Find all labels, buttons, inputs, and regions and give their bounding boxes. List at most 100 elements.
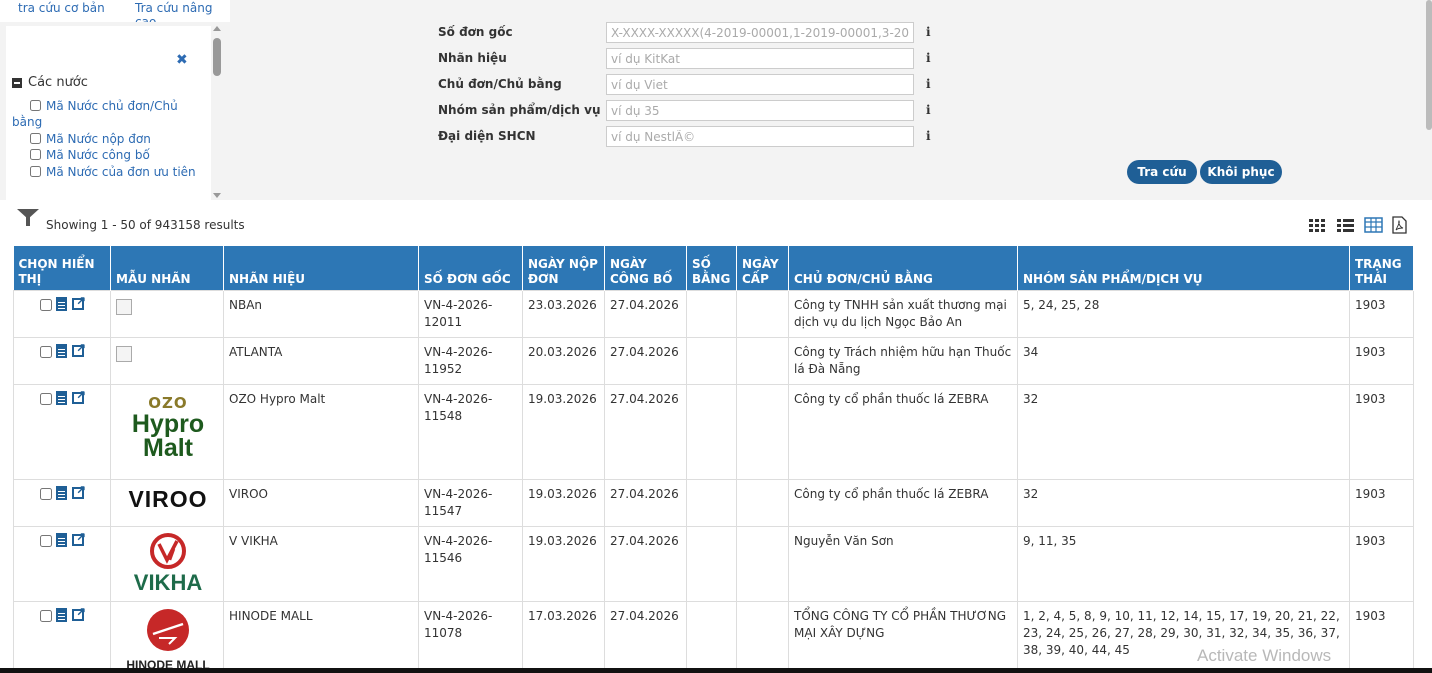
field-label: Đại diện SHCN <box>438 129 536 143</box>
filter-checkbox-priority-country[interactable] <box>30 166 41 177</box>
filter-scrollbar[interactable] <box>212 26 222 200</box>
row-select-checkbox[interactable] <box>40 487 52 500</box>
filter-section-title: Các nước <box>28 75 88 90</box>
pub-date-cell: 27.04.2026 <box>604 525 687 602</box>
broken-image-icon <box>116 345 132 362</box>
classes-cell: 34 <box>1017 336 1350 385</box>
filter-option-label: Mã Nước nộp đơn <box>46 132 151 146</box>
page-scrollbar[interactable] <box>1426 0 1432 130</box>
mark-cell: NBAn <box>223 289 419 338</box>
filter-checkbox-owner-country[interactable] <box>30 100 41 111</box>
reset-button[interactable]: Khôi phục <box>1200 160 1282 184</box>
row-actions <box>13 600 111 673</box>
document-icon[interactable] <box>56 296 67 311</box>
document-icon[interactable] <box>56 343 67 358</box>
col-logo[interactable]: MẪU NHÃN <box>110 246 224 290</box>
col-status[interactable]: TRẠNG THÁI <box>1349 246 1414 290</box>
col-grant-date[interactable]: NGÀY CẤP <box>736 246 789 290</box>
table-view-icon[interactable] <box>1364 216 1383 234</box>
pdf-icon[interactable] <box>1390 216 1409 234</box>
field-label: Chủ đơn/Chủ bằng <box>438 77 562 91</box>
row-select-checkbox[interactable] <box>40 534 52 547</box>
document-icon[interactable] <box>56 607 67 622</box>
broken-image-icon <box>116 298 132 315</box>
document-icon[interactable] <box>56 532 67 547</box>
row-select-checkbox[interactable] <box>40 609 52 622</box>
scroll-down-arrow-icon[interactable] <box>213 193 221 198</box>
document-icon[interactable] <box>56 485 67 500</box>
app-no-cell: VN-4-2026-11078 <box>418 600 523 673</box>
external-link-icon[interactable] <box>72 340 86 357</box>
collapse-icon[interactable] <box>12 77 22 88</box>
col-mark[interactable]: NHÃN HIỆU <box>223 246 419 290</box>
close-filter-icon[interactable]: ✖ <box>176 52 188 68</box>
app-no-input[interactable] <box>606 22 914 43</box>
filter-option-label: bằng <box>12 115 43 129</box>
external-link-icon[interactable] <box>72 529 86 546</box>
info-icon[interactable]: i <box>926 25 931 39</box>
col-filing-date[interactable]: NGÀY NỘP ĐƠN <box>522 246 605 290</box>
external-link-icon[interactable] <box>72 293 86 310</box>
cert-no-cell <box>686 600 737 673</box>
table-row: ATLANTA VN-4-2026-11952 20.03.2026 27.04… <box>13 336 1414 385</box>
logo-text: VIROO <box>128 485 208 512</box>
hinode-mall-logo: HINODE MALL <box>118 608 218 673</box>
filter-checkbox-filing-country[interactable] <box>30 133 41 144</box>
info-icon[interactable]: i <box>926 129 931 143</box>
filing-date-cell: 23.03.2026 <box>522 289 605 338</box>
cert-no-cell <box>686 336 737 385</box>
scrollbar-thumb[interactable] <box>213 38 221 76</box>
filter-option-pub-country[interactable]: Mã Nước công bố <box>30 147 150 163</box>
advanced-search-form: Số đơn gốc i Nhãn hiệu i Chủ đơn/Chủ bằn… <box>230 0 1432 200</box>
external-link-icon[interactable] <box>72 604 86 621</box>
row-actions <box>13 336 111 385</box>
owner-cell: Công ty TNHH sản xuất thương mại dịch vụ… <box>788 289 1018 338</box>
list-view-icon[interactable] <box>1336 216 1355 234</box>
row-select-checkbox[interactable] <box>40 392 52 405</box>
agent-input[interactable] <box>606 126 914 147</box>
filter-checkbox-pub-country[interactable] <box>30 149 41 160</box>
owner-input[interactable] <box>606 74 914 95</box>
classes-cell: 32 <box>1017 383 1350 480</box>
app-no-cell: VN-4-2026-11952 <box>418 336 523 385</box>
logo-cell <box>110 289 224 338</box>
col-classes[interactable]: NHÓM SẢN PHẨM/DỊCH VỤ <box>1017 246 1350 290</box>
info-icon[interactable]: i <box>926 77 931 91</box>
status-cell: 1903 <box>1349 525 1414 602</box>
external-link-icon[interactable] <box>72 387 86 404</box>
classes-cell: 32 <box>1017 478 1350 527</box>
filter-section-countries[interactable]: Các nước <box>12 75 88 90</box>
status-cell: 1903 <box>1349 600 1414 673</box>
filter-option-owner-country[interactable]: Mã Nước chủ đơn/Chủ <box>30 98 178 114</box>
filter-option-label: Mã Nước chủ đơn/Chủ <box>46 99 178 113</box>
field-label: Nhóm sản phẩm/dịch vụ <box>438 103 601 117</box>
owner-cell: Công ty Trách nhiệm hữu hạn Thuốc lá Đà … <box>788 336 1018 385</box>
col-select[interactable]: CHỌN HIỂN THỊ <box>13 246 111 290</box>
row-actions <box>13 525 111 602</box>
info-icon[interactable]: i <box>926 103 931 117</box>
classes-input[interactable] <box>606 100 914 121</box>
filter-option-priority-country[interactable]: Mã Nước của đơn ưu tiên <box>30 164 196 180</box>
col-pub-date[interactable]: NGÀY CÔNG BỐ <box>604 246 687 290</box>
external-link-icon[interactable] <box>72 482 86 499</box>
table-row: VIKHA V VIKHA VN-4-2026-11546 19.03.2026… <box>13 525 1414 602</box>
logo-cell: HINODE MALL <box>110 600 224 673</box>
tab-basic-search[interactable]: tra cứu cơ bản <box>18 1 105 15</box>
col-app-no[interactable]: SỐ ĐƠN GỐC <box>418 246 523 290</box>
row-select-checkbox[interactable] <box>40 345 52 358</box>
scroll-up-arrow-icon[interactable] <box>213 26 221 31</box>
logo-cell: VIROO <box>110 478 224 527</box>
filter-option-filing-country[interactable]: Mã Nước nộp đơn <box>30 131 151 147</box>
info-icon[interactable]: i <box>926 51 931 65</box>
col-owner[interactable]: CHỦ ĐƠN/CHỦ BẰNG <box>788 246 1018 290</box>
search-button[interactable]: Tra cứu <box>1127 160 1197 184</box>
row-select-checkbox[interactable] <box>40 298 52 311</box>
col-cert-no[interactable]: SỐ BẰNG <box>686 246 737 290</box>
document-icon[interactable] <box>56 390 67 405</box>
table-header-row: CHỌN HIỂN THỊ MẪU NHÃN NHÃN HIỆU SỐ ĐƠN … <box>13 246 1414 290</box>
row-actions <box>13 289 111 338</box>
mark-input[interactable] <box>606 48 914 69</box>
pub-date-cell: 27.04.2026 <box>604 383 687 480</box>
field-label: Số đơn gốc <box>438 25 513 39</box>
grid-view-icon[interactable] <box>1308 216 1327 234</box>
